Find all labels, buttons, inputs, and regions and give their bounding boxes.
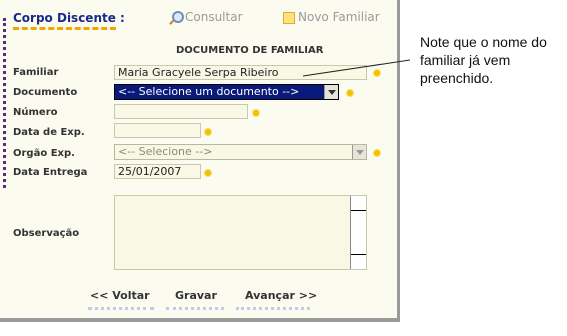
callout-note: Note que o nome do familiar já vem preen… [420, 34, 547, 86]
